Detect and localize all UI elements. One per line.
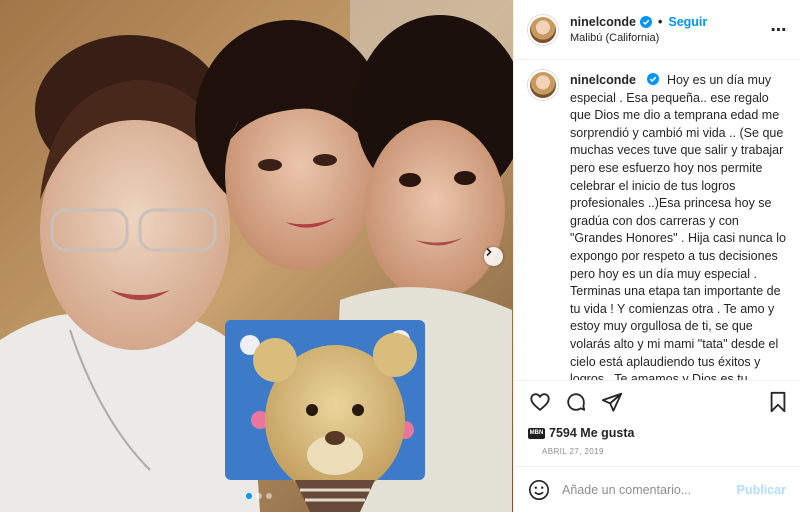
photo-illustration	[0, 0, 513, 512]
caption-text: ninelconde Hoy es un día muy especial . …	[570, 72, 786, 381]
post-header: ninelconde • Seguir Malibú (California) …	[514, 0, 800, 60]
comment-input[interactable]	[562, 482, 737, 497]
carousel-next-button[interactable]	[484, 247, 503, 266]
publish-button[interactable]: Publicar	[737, 483, 786, 497]
likes-row[interactable]: MBN 7594 Me gusta	[514, 423, 800, 443]
verified-badge-icon	[639, 16, 652, 28]
emoji-icon[interactable]	[528, 479, 550, 501]
follow-button[interactable]: Seguir	[668, 15, 707, 29]
more-options-icon[interactable]: ⋯	[768, 20, 790, 40]
location-link[interactable]: Malibú (California)	[570, 32, 768, 44]
comment-bar: Publicar	[514, 466, 800, 512]
liker-avatar: MBN	[528, 427, 545, 439]
share-icon[interactable]	[600, 390, 624, 414]
avatar[interactable]	[528, 14, 558, 45]
bookmark-icon[interactable]	[766, 390, 790, 414]
header-text: ninelconde • Seguir Malibú (California)	[570, 15, 768, 44]
heart-icon[interactable]	[528, 390, 552, 414]
caption-area: ninelconde Hoy es un día muy especial . …	[514, 60, 800, 381]
caption-username-link[interactable]: ninelconde	[570, 73, 636, 87]
caption-row: ninelconde Hoy es un día muy especial . …	[528, 70, 786, 381]
post-photo[interactable]	[0, 0, 513, 512]
caption-avatar[interactable]	[528, 70, 558, 100]
chevron-right-icon	[486, 247, 492, 257]
carousel-dot	[256, 493, 262, 499]
instagram-post-view: ninelconde • Seguir Malibú (California) …	[0, 0, 800, 512]
username-link[interactable]: ninelconde	[570, 15, 636, 29]
caption-body: Hoy es un día muy especial . Esa pequeña…	[570, 73, 786, 381]
comment-icon[interactable]	[564, 390, 588, 414]
action-bar	[514, 381, 800, 423]
post-date: ABRIL 27, 2019	[542, 447, 604, 456]
carousel-dot	[266, 493, 272, 499]
header-line: ninelconde • Seguir	[570, 15, 768, 29]
post-side-panel: ninelconde • Seguir Malibú (California) …	[513, 0, 800, 512]
carousel-dot	[246, 493, 252, 499]
verified-badge-icon	[647, 73, 660, 85]
carousel-indicator	[246, 493, 272, 499]
likes-count[interactable]: 7594 Me gusta	[549, 426, 634, 440]
separator-dot: •	[657, 15, 663, 29]
